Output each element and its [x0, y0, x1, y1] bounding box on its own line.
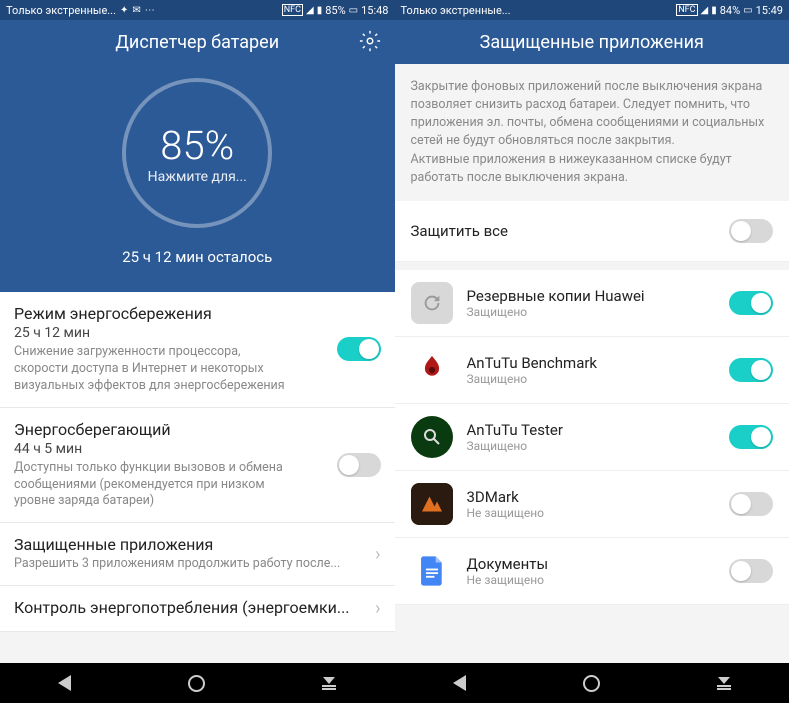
app-name: 3DMark	[467, 488, 716, 506]
back-button[interactable]	[453, 675, 466, 691]
status-bar: Только экстренные... NFC ◢ ▮ 84% ▭ 15:49	[395, 0, 789, 20]
chevron-right-icon: ›	[375, 598, 380, 619]
app-row-tester[interactable]: AnTuTu Tester Защищено	[395, 404, 789, 471]
app-row-backup[interactable]: Резервные копии Huawei Защищено	[395, 270, 789, 337]
toggle-app[interactable]	[729, 559, 773, 583]
app-name: AnTuTu Tester	[467, 421, 716, 439]
clock: 15:48	[361, 4, 388, 17]
signal-icon: ▮	[711, 5, 717, 16]
app-status: Защищено	[467, 372, 716, 386]
toggle-app[interactable]	[729, 291, 773, 315]
item-title: Энергосберегающий	[14, 420, 287, 439]
gear-icon[interactable]	[359, 30, 381, 57]
nfc-icon: NFC	[676, 4, 697, 16]
chevron-right-icon: ›	[375, 544, 380, 565]
battery-ring[interactable]: 85% Нажмите для...	[122, 78, 272, 228]
page-title: Диспетчер батареи	[115, 32, 279, 53]
item-title: Контроль энергопотребления (энергоемки..…	[14, 598, 361, 617]
item-time: 25 ч 12 мин	[14, 325, 287, 341]
item-power-intensive[interactable]: Контроль энергопотребления (энергоемки..…	[0, 586, 395, 632]
phone-left: Только экстренные... ✦ ✉ ⋯ NFC ◢ ▮ 85% ▭…	[0, 0, 395, 703]
recent-button[interactable]	[717, 677, 731, 690]
recent-button[interactable]	[322, 677, 336, 690]
item-time: 44 ч 5 мин	[14, 441, 287, 457]
toggle-app[interactable]	[729, 358, 773, 382]
app-name: AnTuTu Benchmark	[467, 354, 716, 372]
battery-icon: ▭	[349, 5, 358, 16]
header: Диспетчер батареи	[0, 20, 395, 64]
carrier-text: Только экстренные...	[401, 4, 511, 17]
app-row-docs[interactable]: Документы Не защищено	[395, 538, 789, 605]
toggle-ultra-saving[interactable]	[337, 453, 381, 477]
more-icon: ⋯	[145, 5, 155, 16]
toggle-app[interactable]	[729, 492, 773, 516]
settings-list: Режим энергосбережения 25 ч 12 мин Сниже…	[0, 292, 395, 663]
header: Защищенные приложения	[395, 20, 789, 64]
clock: 15:49	[756, 4, 783, 17]
tap-hint: Нажмите для...	[148, 169, 247, 185]
3dmark-icon	[411, 483, 453, 525]
battery-pct: 84%	[720, 4, 740, 17]
app-row-antutu[interactable]: AnTuTu Benchmark Защищено	[395, 337, 789, 404]
app-name: Документы	[467, 555, 716, 573]
time-remaining: 25 ч 12 мин осталось	[0, 248, 395, 266]
app-name: Резервные копии Huawei	[467, 287, 716, 305]
nfc-icon: NFC	[282, 4, 303, 16]
item-sub: Разрешить 3 приложениям продолжить работ…	[14, 556, 361, 573]
item-protected-apps[interactable]: Защищенные приложения Разрешить 3 прилож…	[0, 523, 395, 586]
toggle-protect-all[interactable]	[729, 219, 773, 243]
antutu-icon	[411, 349, 453, 391]
app-status: Защищено	[467, 305, 716, 319]
app-status: Не защищено	[467, 573, 716, 587]
toggle-app[interactable]	[729, 425, 773, 449]
item-power-saving[interactable]: Режим энергосбережения 25 ч 12 мин Сниже…	[0, 292, 395, 408]
status-bar: Только экстренные... ✦ ✉ ⋯ NFC ◢ ▮ 85% ▭…	[0, 0, 395, 20]
mail-icon: ✉	[132, 5, 140, 16]
wifi-icon: ◢	[701, 5, 709, 16]
wifi-icon: ◢	[306, 5, 314, 16]
back-button[interactable]	[58, 675, 71, 691]
item-sub: Снижение загруженности процессора, скоро…	[14, 344, 287, 395]
item-title: Режим энергосбережения	[14, 304, 287, 323]
battery-pct: 85%	[325, 4, 345, 17]
page-title: Защищенные приложения	[480, 32, 704, 53]
battery-percent: 85%	[160, 122, 234, 169]
toggle-power-saving[interactable]	[337, 337, 381, 361]
description-text: Закрытие фоновых приложений после выключ…	[395, 64, 789, 201]
app-status: Не защищено	[467, 506, 716, 520]
carrier-text: Только экстренные...	[6, 4, 116, 17]
nav-bar	[395, 663, 789, 703]
app-status: Защищено	[467, 439, 716, 453]
nav-bar	[0, 663, 395, 703]
item-sub: Доступны только функции вызовов и обмена…	[14, 460, 287, 511]
docs-icon	[411, 550, 453, 592]
protect-all-label: Защитить все	[411, 222, 716, 240]
home-button[interactable]	[188, 675, 205, 692]
item-title: Защищенные приложения	[14, 535, 361, 554]
phone-right: Только экстренные... NFC ◢ ▮ 84% ▭ 15:49…	[395, 0, 789, 703]
protect-all-row[interactable]: Защитить все	[395, 201, 789, 262]
signal-icon: ▮	[317, 5, 323, 16]
app-row-3dmark[interactable]: 3DMark Не защищено	[395, 471, 789, 538]
home-button[interactable]	[583, 675, 600, 692]
tester-icon	[411, 416, 453, 458]
app-icon: ✦	[120, 5, 128, 16]
battery-icon: ▭	[743, 5, 752, 16]
item-ultra-saving[interactable]: Энергосберегающий 44 ч 5 мин Доступны то…	[0, 408, 395, 524]
battery-hero: 85% Нажмите для... 25 ч 12 мин осталось	[0, 64, 395, 292]
backup-icon	[411, 282, 453, 324]
